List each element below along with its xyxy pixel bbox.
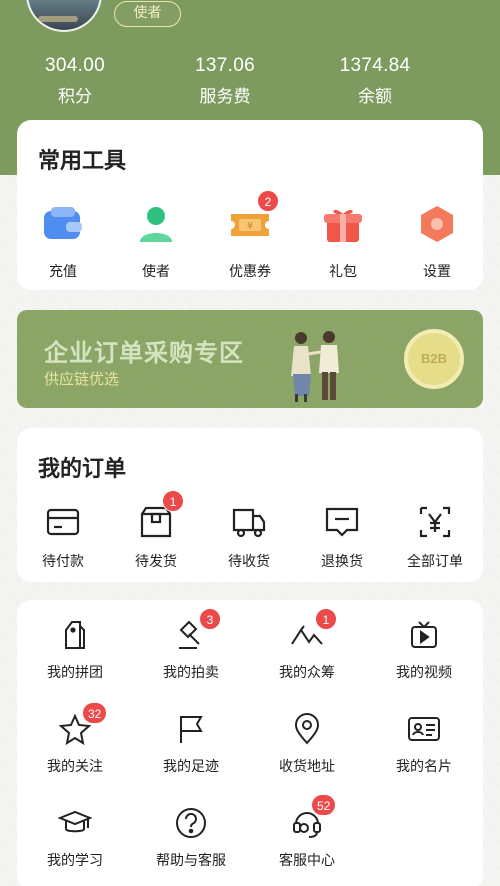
order-pending-receipt[interactable]: 待收货 (204, 504, 294, 571)
following-badge: 32 (82, 702, 108, 724)
role-badge[interactable]: 使者 (114, 1, 181, 27)
service-help[interactable]: 帮助与客服 (136, 806, 246, 870)
tool-settings-label: 设置 (423, 264, 451, 280)
b2b-coin: B2B (404, 329, 464, 389)
gift-icon (321, 202, 365, 246)
flag-icon (174, 712, 208, 746)
service-address[interactable]: 收货地址 (252, 712, 362, 776)
service-group-buy-label: 我的拼团 (47, 665, 103, 681)
service-footprint-label: 我的足迹 (163, 759, 219, 775)
service-customer-center[interactable]: 52 客服中心 (252, 794, 362, 870)
service-help-label: 帮助与客服 (156, 853, 226, 869)
order-returns-label: 退换货 (321, 554, 363, 570)
order-pending-payment[interactable]: 待付款 (18, 504, 108, 571)
svg-text:¥: ¥ (247, 221, 253, 232)
service-business-card-label: 我的名片 (396, 759, 452, 775)
service-video-label: 我的视频 (396, 665, 452, 681)
tool-recharge-label: 充值 (49, 264, 77, 280)
tool-settings[interactable]: 设置 (397, 202, 477, 281)
customer-center-badge: 52 (311, 794, 337, 816)
settings-icon (415, 202, 459, 246)
tools-card: 常用工具 充值 使者 ¥ 2 优惠券 礼包 设置 (17, 120, 483, 290)
stat-balance-value: 1374.84 (339, 55, 411, 76)
avatar[interactable] (26, 0, 102, 32)
tool-envoy-label: 使者 (142, 264, 170, 280)
service-crowdfunding[interactable]: 1 我的众筹 (252, 608, 362, 682)
service-learning[interactable]: 我的学习 (20, 806, 130, 870)
coupon-badge: 2 (257, 190, 279, 212)
orders-title: 我的订单 (38, 457, 127, 482)
stat-points-label: 积分 (58, 87, 92, 107)
tv-icon (407, 618, 441, 652)
headset-icon: 52 (290, 794, 337, 840)
stat-balance[interactable]: 1374.84 余额 (305, 54, 445, 109)
stat-balance-label: 余额 (358, 87, 392, 107)
service-following-label: 我的关注 (47, 759, 103, 775)
location-icon (290, 712, 324, 746)
service-following[interactable]: 32 我的关注 (20, 702, 130, 776)
group-tag-icon (58, 618, 92, 652)
mountain-icon: 1 (290, 608, 337, 652)
order-returns[interactable]: 退换货 (297, 504, 387, 571)
graduation-cap-icon (58, 806, 92, 840)
enterprise-banner[interactable]: 企业订单采购专区 供应链优选 B2B (17, 310, 483, 408)
stat-points[interactable]: 304.00 积分 (5, 54, 145, 109)
tool-recharge[interactable]: 充值 (23, 202, 103, 281)
yen-receipt-icon (417, 504, 453, 540)
order-pending-shipment-label: 待发货 (135, 554, 177, 570)
truck-icon (231, 504, 267, 540)
tool-coupon[interactable]: ¥ 2 优惠券 (210, 190, 290, 281)
coupon-icon: ¥ 2 (228, 190, 279, 246)
card-icon (45, 504, 81, 540)
tool-envoy[interactable]: 使者 (116, 202, 196, 281)
order-pending-shipment[interactable]: 1 待发货 (111, 490, 201, 571)
help-icon (174, 806, 208, 840)
stat-points-value: 304.00 (45, 55, 105, 76)
service-address-label: 收货地址 (279, 759, 335, 775)
service-video[interactable]: 我的视频 (369, 618, 479, 682)
banner-subtitle: 供应链优选 (44, 370, 120, 388)
service-group-buy[interactable]: 我的拼团 (20, 618, 130, 682)
order-pending-receipt-label: 待收货 (228, 554, 270, 570)
id-card-icon (407, 712, 441, 746)
order-pending-payment-label: 待付款 (42, 554, 84, 570)
service-auction-label: 我的拍卖 (163, 665, 219, 681)
pending-shipment-badge: 1 (162, 490, 184, 512)
stat-service-fee-value: 137.06 (195, 55, 255, 76)
order-all[interactable]: 全部订单 (390, 504, 480, 571)
wallet-icon (41, 202, 85, 246)
service-learning-label: 我的学习 (47, 853, 103, 869)
services-card: 我的拼团 3 我的拍卖 1 我的众筹 我的视频 32 我的关注 我的足迹 收货地… (17, 600, 483, 886)
service-footprint[interactable]: 我的足迹 (136, 712, 246, 776)
stat-service-fee[interactable]: 137.06 服务费 (155, 54, 295, 109)
stat-service-fee-label: 服务费 (199, 87, 251, 107)
banner-title: 企业订单采购专区 (44, 339, 244, 367)
tools-title: 常用工具 (38, 149, 127, 174)
auction-badge: 3 (199, 608, 221, 630)
order-all-label: 全部订单 (407, 554, 463, 570)
service-customer-center-label: 客服中心 (279, 853, 335, 869)
tool-coupon-label: 优惠券 (229, 264, 271, 280)
star-icon: 32 (58, 702, 108, 746)
tool-gift-label: 礼包 (329, 264, 357, 280)
gavel-icon: 3 (174, 608, 221, 652)
service-crowdfunding-label: 我的众筹 (279, 665, 335, 681)
user-icon (134, 202, 178, 246)
box-icon: 1 (138, 490, 184, 540)
tool-gift[interactable]: 礼包 (303, 202, 383, 281)
couple-illustration (291, 331, 339, 402)
service-business-card[interactable]: 我的名片 (369, 712, 479, 776)
return-icon (324, 504, 360, 540)
orders-card: 我的订单 待付款 1 待发货 待收货 退换货 全部订单 (17, 428, 483, 582)
crowdfunding-badge: 1 (315, 608, 337, 630)
service-auction[interactable]: 3 我的拍卖 (136, 608, 246, 682)
